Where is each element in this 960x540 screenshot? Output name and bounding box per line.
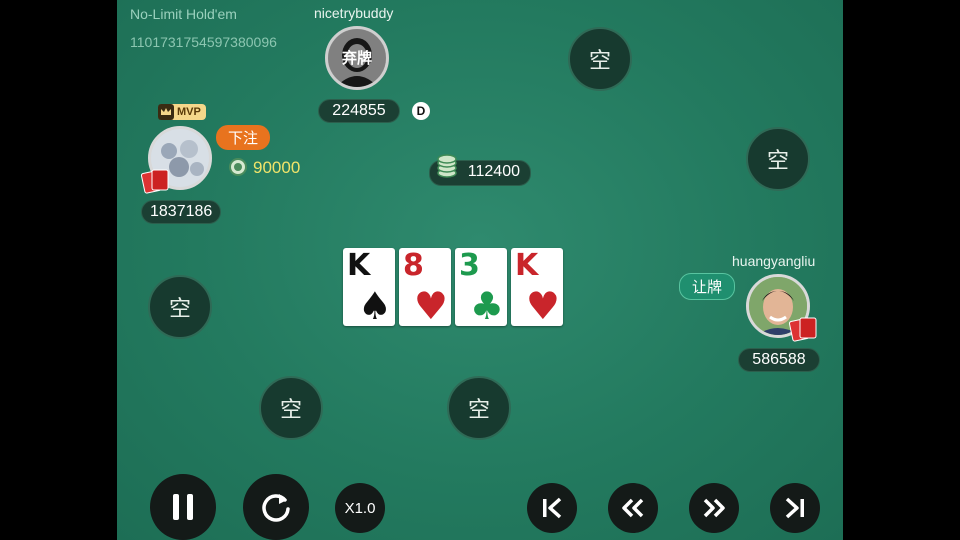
- rewind-icon: [622, 498, 644, 518]
- game-id-label: 1101731754597380096: [130, 34, 277, 50]
- bet-amount-left: 90000: [253, 158, 301, 177]
- skip-to-end-button[interactable]: [770, 483, 820, 533]
- fold-status-label: 弃牌: [341, 50, 372, 67]
- poker-table: No-Limit Hold'em 1101731754597380096 nic…: [117, 0, 843, 540]
- card-suit: ♥: [525, 284, 560, 328]
- empty-seat-bottom[interactable]: 空: [447, 376, 511, 440]
- crown-icon: [158, 104, 174, 120]
- fast-forward-button[interactable]: [689, 483, 739, 533]
- skip-to-start-button[interactable]: [527, 483, 577, 533]
- board-card-1: K ♠: [343, 248, 395, 326]
- board-card-3: 3 ♣: [455, 248, 507, 326]
- fast-forward-icon: [703, 498, 725, 518]
- board-card-4: K ♥: [511, 248, 563, 326]
- card-rank: 8: [403, 248, 424, 283]
- empty-seat-top-right[interactable]: 空: [568, 27, 632, 91]
- empty-seat-left[interactable]: 空: [148, 275, 212, 339]
- mvp-badge: MVP: [158, 104, 206, 120]
- board-card-2: 8 ♥: [399, 248, 451, 326]
- empty-seat-bottom-left[interactable]: 空: [259, 376, 323, 440]
- empty-seat-right[interactable]: 空: [746, 127, 810, 191]
- chip-icon: [229, 158, 247, 181]
- speed-button[interactable]: X1.0: [335, 483, 385, 533]
- rewind-button[interactable]: [608, 483, 658, 533]
- pause-button[interactable]: [150, 474, 216, 540]
- cards-icon: [140, 168, 171, 199]
- mvp-label: MVP: [177, 106, 201, 118]
- replay-button[interactable]: [243, 474, 309, 540]
- stack-left: 1837186: [141, 200, 221, 224]
- player-name-right: huangyangliu: [732, 253, 816, 269]
- pause-icon: [173, 494, 193, 520]
- cards-icon: [788, 316, 819, 347]
- card-suit: ♣: [469, 284, 504, 328]
- dealer-button: D: [412, 102, 430, 120]
- game-type-label: No-Limit Hold'em: [130, 6, 237, 22]
- card-rank: 3: [459, 248, 480, 283]
- replay-icon: [262, 494, 290, 522]
- player-name-top: nicetrybuddy: [314, 5, 394, 21]
- action-tag-left: 下注: [216, 125, 271, 150]
- skip-to-start-icon: [543, 497, 562, 519]
- card-suit: ♥: [413, 284, 448, 328]
- card-rank: K: [347, 248, 371, 283]
- avatar-top[interactable]: 弃牌: [325, 26, 389, 90]
- card-suit: ♠: [357, 284, 392, 328]
- stack-right: 586588: [738, 348, 820, 372]
- skip-to-end-icon: [785, 497, 804, 519]
- card-rank: K: [515, 248, 539, 283]
- chip-stack-icon: [437, 153, 457, 184]
- stack-top: 224855: [318, 99, 400, 123]
- action-tag-right: 让牌: [679, 273, 736, 300]
